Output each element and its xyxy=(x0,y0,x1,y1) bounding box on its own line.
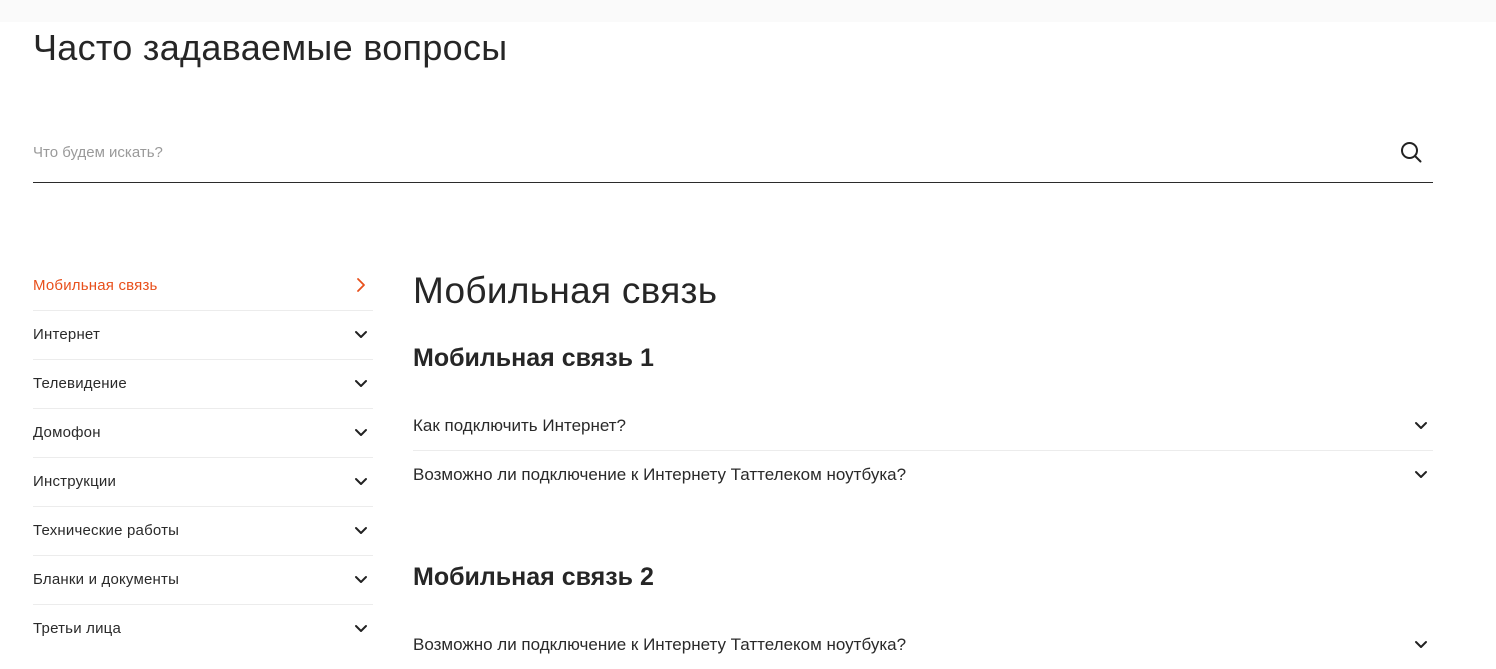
chevron-down-icon xyxy=(355,527,367,534)
subsection-title: Мобильная связь 1 xyxy=(413,344,654,372)
chevron-down-icon xyxy=(355,331,367,338)
page-title: Часто задаваемые вопросы xyxy=(33,27,508,68)
sidebar-item-label: Телевидение xyxy=(33,375,127,392)
question-text: Возможно ли подключение к Интернету Татт… xyxy=(413,635,907,654)
sidebar-item-internet[interactable]: Интернет xyxy=(33,311,373,360)
chevron-down-icon xyxy=(1415,471,1427,478)
search-bar xyxy=(33,132,1433,183)
top-strip xyxy=(0,0,1496,22)
question-text: Как подключить Интернет? xyxy=(413,416,626,435)
question-text: Возможно ли подключение к Интернету Татт… xyxy=(413,465,907,484)
faq-question[interactable]: Возможно ли подключение к Интернету Татт… xyxy=(413,451,1433,499)
sidebar-item-label: Интернет xyxy=(33,326,101,343)
chevron-down-icon xyxy=(355,478,367,485)
sidebar-item-label: Инструкции xyxy=(33,473,117,490)
faq-question[interactable]: Возможно ли подключение к Интернету Татт… xyxy=(413,621,1433,669)
sidebar-item-label: Мобильная связь xyxy=(33,277,158,294)
chevron-right-icon xyxy=(357,278,365,292)
search-icon[interactable] xyxy=(1399,140,1423,164)
section-heading: Мобильная связь xyxy=(413,270,718,311)
sidebar-item-intercom[interactable]: Домофон xyxy=(33,409,373,458)
sidebar-item-label: Домофон xyxy=(33,424,101,441)
sidebar-item-label: Третьи лица xyxy=(33,620,122,637)
sidebar-item-tv[interactable]: Телевидение xyxy=(33,360,373,409)
chevron-down-icon xyxy=(1415,641,1427,648)
chevron-down-icon xyxy=(355,380,367,387)
chevron-down-icon xyxy=(1415,422,1427,429)
sidebar-item-instructions[interactable]: Инструкции xyxy=(33,458,373,507)
category-sidebar: Мобильная связь Интернет Телевидение Дом… xyxy=(33,262,373,653)
sidebar-item-label: Бланки и документы xyxy=(33,571,180,588)
faq-question[interactable]: Как подключить Интернет? xyxy=(413,402,1433,451)
search-input[interactable] xyxy=(33,132,1373,172)
sidebar-item-label: Технические работы xyxy=(33,522,180,539)
sidebar-item-maintenance[interactable]: Технические работы xyxy=(33,507,373,556)
sidebar-item-third-parties[interactable]: Третьи лица xyxy=(33,605,373,653)
sidebar-item-forms[interactable]: Бланки и документы xyxy=(33,556,373,605)
subsection-title: Мобильная связь 2 xyxy=(413,563,654,591)
chevron-down-icon xyxy=(355,429,367,436)
sidebar-item-mobile[interactable]: Мобильная связь xyxy=(33,262,373,311)
chevron-down-icon xyxy=(355,576,367,583)
chevron-down-icon xyxy=(355,625,367,632)
